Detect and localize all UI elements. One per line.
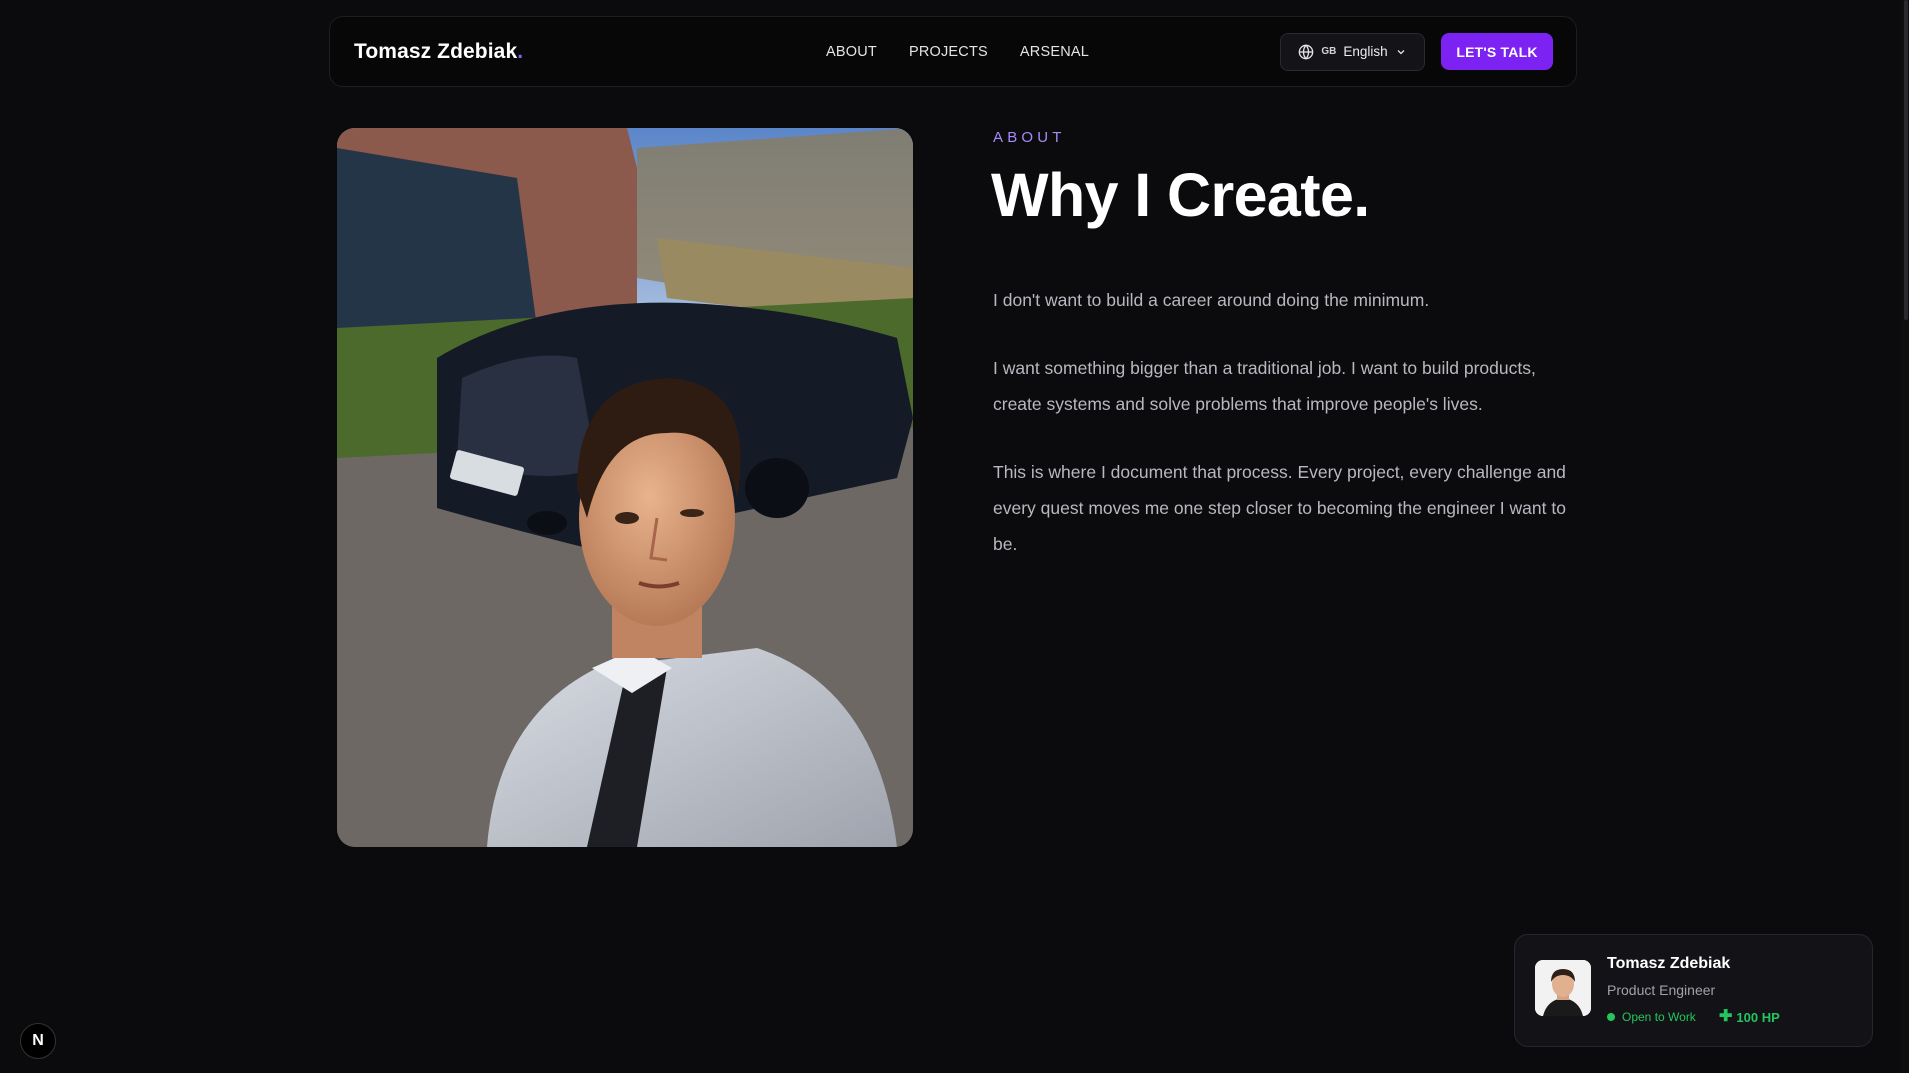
profile-name: Tomasz Zdebiak bbox=[1607, 955, 1731, 972]
status-dot-icon bbox=[1607, 1013, 1615, 1021]
chevron-down-icon bbox=[1397, 49, 1405, 54]
about-paragraph-1: I don't want to build a career around do… bbox=[993, 290, 1430, 310]
language-flag: GB bbox=[1321, 46, 1337, 57]
section-eyebrow: ABOUT bbox=[993, 129, 1066, 146]
nav-link-arsenal[interactable]: ARSENAL bbox=[1020, 44, 1089, 60]
nav-link-about[interactable]: ABOUT bbox=[826, 44, 877, 60]
nextjs-dev-badge[interactable]: N bbox=[20, 1023, 56, 1059]
avatar bbox=[1535, 960, 1591, 1016]
profile-role: Product Engineer bbox=[1607, 982, 1716, 998]
about-paragraph-2: I want something bigger than a tradition… bbox=[993, 358, 1536, 414]
page: Tomasz Zdebiak. ABOUT PROJECTS ARSENAL G… bbox=[0, 0, 1909, 1073]
brand-dot: . bbox=[517, 39, 524, 63]
nav-actions: GB English LET'S TALK bbox=[1280, 17, 1553, 86]
language-label: English bbox=[1343, 44, 1388, 59]
brand-logo[interactable]: Tomasz Zdebiak. bbox=[354, 40, 523, 64]
status-label: Open to Work bbox=[1622, 1010, 1696, 1024]
language-selector[interactable]: GB English bbox=[1280, 32, 1425, 71]
globe-icon bbox=[1299, 43, 1314, 60]
nav-links: ABOUT PROJECTS ARSENAL bbox=[826, 17, 1089, 86]
status-badge: Open to Work bbox=[1607, 1010, 1696, 1024]
lets-talk-button[interactable]: LET'S TALK bbox=[1441, 33, 1553, 70]
page-title: Why I Create. bbox=[991, 161, 1370, 229]
about-photo bbox=[337, 128, 913, 847]
brand-name: Tomasz Zdebiak bbox=[354, 39, 518, 63]
nav-link-projects[interactable]: PROJECTS bbox=[909, 44, 988, 60]
navbar: Tomasz Zdebiak. ABOUT PROJECTS ARSENAL G… bbox=[329, 16, 1577, 87]
scrollbar[interactable] bbox=[1901, 0, 1909, 1073]
portrait-illustration bbox=[337, 128, 913, 847]
hp-badge: ✚ 100 HP bbox=[1719, 1009, 1780, 1025]
hp-label: 100 HP bbox=[1736, 1009, 1780, 1025]
plus-icon: ✚ bbox=[1719, 1008, 1733, 1025]
profile-card[interactable]: Tomasz Zdebiak Product Engineer Open to … bbox=[1514, 934, 1873, 1047]
about-paragraph-3: This is where I document that process. E… bbox=[993, 462, 1566, 554]
scrollbar-thumb[interactable] bbox=[1904, 0, 1908, 320]
